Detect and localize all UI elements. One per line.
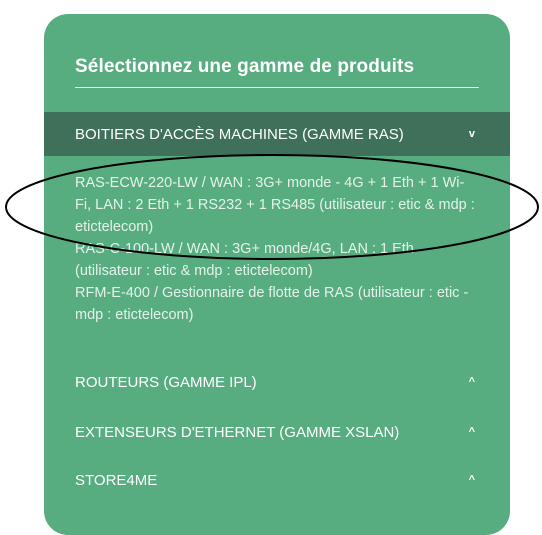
category-label: EXTENSEURS D'ETHERNET (GAMME XSLAN) [75,423,400,441]
product-link-ras-c-100-lw[interactable]: RAS-C-100-LW / WAN : 3G+ monde/4G, LAN :… [75,238,475,282]
title-divider [75,87,479,88]
product-range-panel: Sélectionnez une gamme de produits BOITI… [44,14,510,535]
category-ipl-header[interactable]: ROUTEURS (GAMME IPL) ^ [44,360,510,404]
category-label: ROUTEURS (GAMME IPL) [75,373,257,391]
category-label: BOITIERS D'ACCÈS MACHINES (GAMME RAS) [75,125,404,143]
product-link-rfm-e-400[interactable]: RFM-E-400 / Gestionnaire de flotte de RA… [75,282,475,326]
chevron-up-icon: ^ [468,474,475,486]
category-ras-header[interactable]: BOITIERS D'ACCÈS MACHINES (GAMME RAS) v [44,112,510,156]
page: Sélectionnez une gamme de produits BOITI… [0,0,542,535]
panel-title: Sélectionnez une gamme de produits [75,56,415,77]
chevron-up-icon: ^ [468,376,475,388]
product-link-ras-ecw-220-lw[interactable]: RAS-ECW-220-LW / WAN : 3G+ monde - 4G + … [75,172,475,238]
product-list: RAS-ECW-220-LW / WAN : 3G+ monde - 4G + … [75,172,475,326]
category-store4me-header[interactable]: STORE4ME ^ [44,458,510,502]
chevron-down-icon: v [468,128,475,140]
chevron-up-icon: ^ [468,426,475,438]
category-label: STORE4ME [75,471,158,489]
category-xslan-header[interactable]: EXTENSEURS D'ETHERNET (GAMME XSLAN) ^ [44,410,510,454]
